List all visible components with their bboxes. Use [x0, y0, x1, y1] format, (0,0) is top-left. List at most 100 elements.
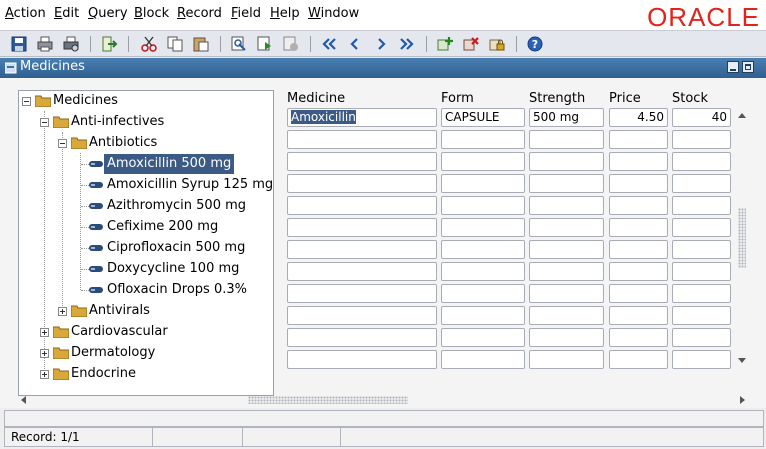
strength-field[interactable] [529, 174, 604, 193]
price-field[interactable] [609, 284, 668, 303]
form-field[interactable] [441, 306, 525, 325]
price-field[interactable] [609, 306, 668, 325]
price-field[interactable] [609, 262, 668, 281]
strength-field[interactable] [529, 306, 604, 325]
print-setup-icon[interactable] [62, 35, 80, 53]
price-field[interactable] [609, 218, 668, 237]
paste-icon[interactable] [192, 35, 210, 53]
price-field[interactable] [609, 350, 668, 369]
vertical-scrollbar[interactable] [734, 108, 750, 368]
cancel-query-icon[interactable] [282, 35, 300, 53]
next-record-icon[interactable] [372, 35, 390, 53]
cut-icon[interactable] [140, 35, 158, 53]
strength-field[interactable] [529, 262, 604, 281]
price-field[interactable] [609, 240, 668, 259]
medicine-field[interactable] [287, 350, 437, 369]
form-field[interactable] [441, 350, 525, 369]
price-field[interactable] [609, 130, 668, 149]
form-field[interactable]: CAPSULE [441, 108, 525, 127]
menu-record[interactable]: Record [177, 6, 222, 21]
medicine-field[interactable] [287, 174, 437, 193]
expand-icon[interactable] [40, 328, 49, 337]
strength-field[interactable] [529, 284, 604, 303]
execute-query-icon[interactable] [256, 35, 274, 53]
menu-action[interactable]: Action [5, 6, 46, 21]
lock-record-icon[interactable] [488, 35, 506, 53]
first-record-icon[interactable] [320, 35, 338, 53]
insert-record-icon[interactable] [436, 35, 454, 53]
stock-field[interactable] [672, 240, 731, 259]
expand-icon[interactable] [40, 370, 49, 379]
stock-field[interactable] [672, 262, 731, 281]
strength-field[interactable] [529, 350, 604, 369]
scroll-right-icon[interactable] [740, 396, 745, 404]
strength-field[interactable] [529, 152, 604, 171]
stock-field[interactable] [672, 284, 731, 303]
previous-record-icon[interactable] [346, 35, 364, 53]
strength-field[interactable] [529, 328, 604, 347]
medicine-field[interactable] [287, 240, 437, 259]
horizontal-scrollbar[interactable] [18, 394, 750, 406]
form-field[interactable] [441, 196, 525, 215]
strength-field[interactable] [529, 240, 604, 259]
exit-icon[interactable] [100, 35, 118, 53]
stock-field[interactable] [672, 196, 731, 215]
menu-window[interactable]: Window [308, 6, 359, 21]
menu-field[interactable]: Field [231, 6, 261, 21]
maximize-button[interactable] [742, 61, 754, 73]
collapse-icon[interactable] [58, 139, 67, 148]
strength-field[interactable] [529, 218, 604, 237]
stock-field[interactable] [672, 350, 731, 369]
stock-field[interactable]: 40 [672, 108, 731, 127]
stock-field[interactable] [672, 174, 731, 193]
collapse-icon[interactable] [40, 118, 49, 127]
print-icon[interactable] [36, 35, 54, 53]
menu-help[interactable]: Help [270, 6, 300, 21]
price-field[interactable]: 4.50 [609, 108, 668, 127]
expand-icon[interactable] [40, 349, 49, 358]
form-field[interactable] [441, 130, 525, 149]
collapse-icon[interactable] [22, 97, 31, 106]
strength-field[interactable] [529, 130, 604, 149]
menu-edit[interactable]: Edit [54, 6, 79, 21]
medicine-field[interactable]: Amoxicillin [287, 108, 437, 127]
strength-field[interactable]: 500 mg [529, 108, 604, 127]
scroll-up-icon[interactable] [738, 113, 746, 118]
medicine-field[interactable] [287, 306, 437, 325]
stock-field[interactable] [672, 152, 731, 171]
medicine-tree[interactable]: Medicines Anti-infectives Antibiotics Am… [18, 90, 274, 396]
medicine-field[interactable] [287, 152, 437, 171]
form-field[interactable] [441, 218, 525, 237]
delete-record-icon[interactable] [462, 35, 480, 53]
scroll-down-icon[interactable] [738, 358, 746, 363]
price-field[interactable] [609, 328, 668, 347]
medicine-field[interactable] [287, 262, 437, 281]
strength-field[interactable] [529, 196, 604, 215]
last-record-icon[interactable] [398, 35, 416, 53]
medicine-field[interactable] [287, 130, 437, 149]
price-field[interactable] [609, 174, 668, 193]
form-field[interactable] [441, 262, 525, 281]
form-field[interactable] [441, 174, 525, 193]
medicine-field[interactable] [287, 196, 437, 215]
stock-field[interactable] [672, 218, 731, 237]
menu-block[interactable]: Block [134, 6, 169, 21]
help-icon[interactable]: ? [526, 35, 544, 53]
menu-query[interactable]: Query [88, 6, 128, 21]
scroll-left-icon[interactable] [21, 396, 26, 404]
stock-field[interactable] [672, 306, 731, 325]
medicine-field[interactable] [287, 218, 437, 237]
price-field[interactable] [609, 196, 668, 215]
price-field[interactable] [609, 152, 668, 171]
medicine-field[interactable] [287, 328, 437, 347]
form-field[interactable] [441, 328, 525, 347]
save-icon[interactable] [10, 35, 28, 53]
copy-icon[interactable] [166, 35, 184, 53]
stock-field[interactable] [672, 328, 731, 347]
expand-icon[interactable] [58, 307, 67, 316]
stock-field[interactable] [672, 130, 731, 149]
enter-query-icon[interactable] [230, 35, 248, 53]
form-field[interactable] [441, 152, 525, 171]
medicine-field[interactable] [287, 284, 437, 303]
form-field[interactable] [441, 284, 525, 303]
